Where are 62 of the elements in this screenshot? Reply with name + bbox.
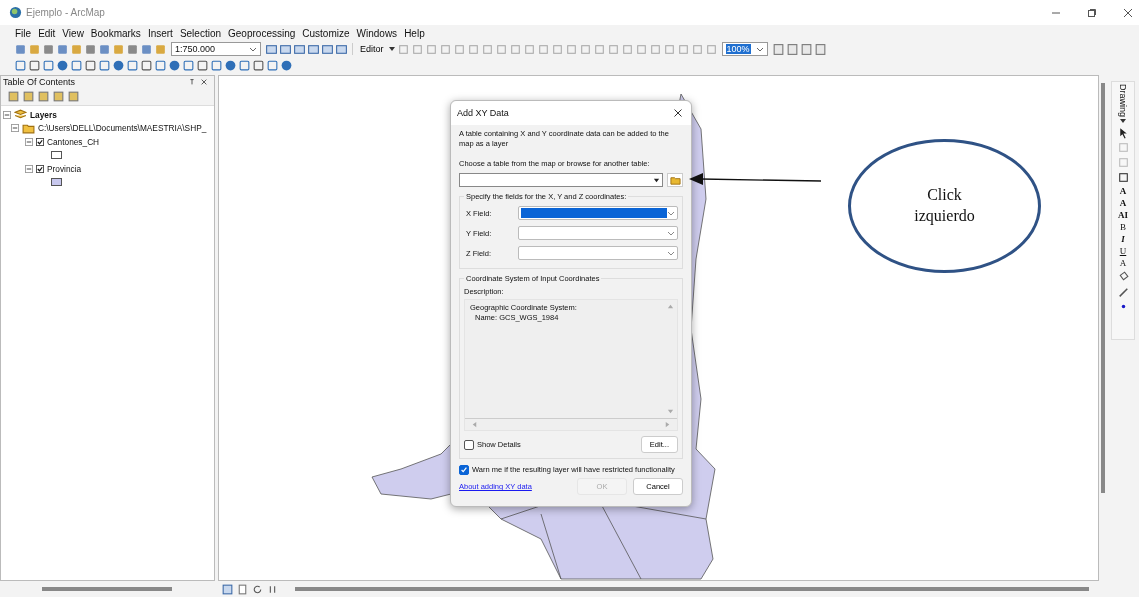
field-dropdown[interactable] — [518, 206, 678, 221]
checkbox[interactable] — [36, 164, 44, 173]
caret-icon[interactable] — [1119, 119, 1127, 124]
text-tool[interactable]: A — [1119, 258, 1127, 268]
browse-folder-button[interactable] — [667, 173, 683, 188]
tree-item[interactable]: Layers — [30, 109, 57, 120]
caret-icon[interactable] — [387, 46, 396, 52]
close-icon[interactable] — [200, 78, 208, 86]
scale-field[interactable]: 1:750.000 — [171, 42, 261, 56]
editor-menu[interactable]: Editor — [357, 44, 387, 54]
menu-item[interactable]: Help — [404, 27, 425, 39]
tree-item[interactable]: C:\Users\DELL\Documents\MAESTRIA\SHP_ — [38, 123, 207, 134]
tree-item[interactable]: Provincia — [47, 163, 82, 174]
field-dropdown[interactable] — [518, 226, 678, 241]
symbol-swatch[interactable] — [51, 151, 62, 160]
rectangle-icon[interactable] — [1116, 171, 1130, 184]
scroll-right-icon[interactable] — [664, 421, 671, 429]
text-tool[interactable]: B — [1120, 222, 1126, 232]
chevron-icon[interactable] — [667, 210, 675, 216]
text-tool[interactable]: U — [1119, 246, 1127, 256]
checkbox[interactable] — [36, 137, 44, 146]
collapse-icon[interactable] — [11, 124, 19, 133]
scroll-left-icon[interactable] — [471, 421, 478, 429]
text-tool[interactable]: AI — [1118, 210, 1128, 220]
field-dropdown[interactable] — [518, 246, 678, 261]
restore-icon[interactable] — [1087, 7, 1097, 18]
text-tool[interactable]: A — [1119, 186, 1127, 196]
menu-item[interactable]: File — [15, 27, 32, 39]
text-tool[interactable]: I — [1121, 234, 1125, 244]
dropdown-arrow-icon[interactable] — [653, 176, 660, 184]
callout-text: Click izquierdo — [913, 185, 976, 227]
data-view-icon[interactable] — [221, 582, 234, 596]
zoom-field[interactable]: 100% — [721, 42, 768, 56]
toolbar-title: Drawing — [1118, 84, 1128, 117]
close-icon[interactable] — [673, 108, 683, 118]
pen-icon[interactable] — [1116, 285, 1130, 298]
panel-title: Table Of Contents — [3, 77, 76, 87]
menu-item[interactable]: View — [62, 27, 84, 39]
menu-item[interactable]: Selection — [179, 27, 222, 39]
chevron-icon[interactable] — [667, 230, 675, 236]
pin-icon[interactable] — [188, 78, 196, 86]
caret-icon[interactable] — [249, 46, 257, 52]
scroll-up-icon[interactable] — [667, 303, 674, 311]
menu-item[interactable]: Edit — [38, 27, 56, 39]
tree-item[interactable]: Cantones_CH — [47, 136, 100, 147]
layout-view-icon[interactable] — [236, 582, 249, 596]
dialog-title: Add XY Data — [457, 108, 509, 118]
window-title: Ejemplo - ArcMap — [26, 7, 105, 18]
menu-item[interactable]: Insert — [147, 27, 173, 39]
close-icon[interactable] — [1123, 7, 1133, 18]
app-globe-icon — [9, 6, 22, 19]
chevron-icon[interactable] — [667, 250, 675, 256]
menu-item[interactable]: Customize — [302, 27, 350, 39]
text-tool[interactable]: A — [1119, 198, 1127, 208]
menu-item[interactable]: Bookmarks — [90, 27, 141, 39]
menu-item[interactable]: Geoprocessing — [228, 27, 296, 39]
scroll-down-icon[interactable] — [667, 408, 674, 416]
menu-item[interactable]: Windows — [356, 27, 398, 39]
symbol-swatch[interactable] — [51, 178, 62, 187]
checkmark-icon — [460, 466, 468, 475]
collapse-icon[interactable] — [3, 110, 11, 119]
caret-icon[interactable] — [755, 46, 764, 52]
